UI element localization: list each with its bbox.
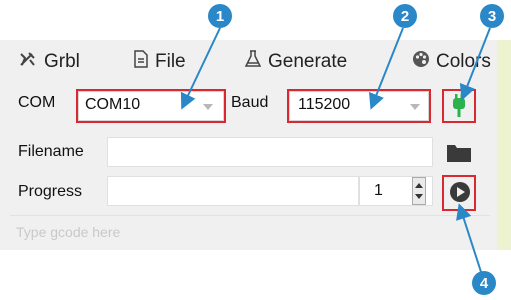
tab-file[interactable]: File [133,50,186,74]
loop-count-stepper[interactable]: 1 [359,176,433,206]
tools-icon [18,50,38,74]
com-label: COM [18,94,56,111]
tab-grbl[interactable]: Grbl [18,50,80,74]
progress-label: Progress [18,183,83,200]
tab-label: Colors [436,51,491,72]
filename-label: Filename [18,143,84,160]
loop-count-value: 1 [374,182,383,199]
tab-bar: Grbl File Generate Colors [0,40,511,82]
file-icon [133,50,149,74]
up-down-arrows-icon [415,183,423,199]
stepper-arrows[interactable] [412,177,426,205]
gcode-input[interactable]: Type gcode here [16,224,120,240]
open-file-button[interactable] [446,141,472,163]
highlight-box-3 [442,89,476,123]
highlight-box-4 [442,175,476,211]
callout-badge-2: 2 [393,4,417,28]
palette-icon [412,50,430,74]
highlight-box-2 [287,89,431,123]
tab-generate[interactable]: Generate [244,50,347,74]
tab-label: Grbl [44,51,80,72]
baud-label: Baud [231,94,269,111]
tab-label: File [155,51,186,72]
progress-bar [107,176,359,206]
highlight-box-1 [76,89,226,123]
flask-icon [244,50,262,74]
callout-badge-1: 1 [208,4,232,28]
divider [10,215,490,216]
callout-badge-3: 3 [480,4,504,28]
filename-field[interactable] [107,137,433,167]
callout-badge-4: 4 [472,271,496,295]
folder-icon [446,141,472,168]
tab-label: Generate [268,51,348,72]
tab-colors[interactable]: Colors [412,50,491,74]
